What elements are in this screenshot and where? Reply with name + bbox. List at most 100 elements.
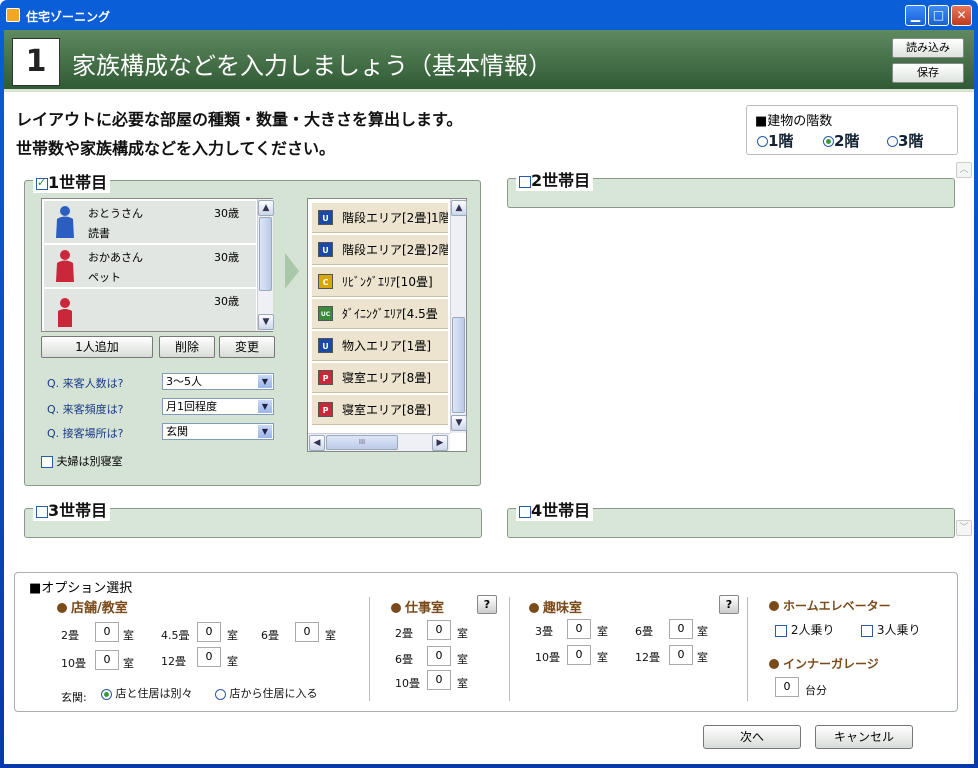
- unit-label: 室: [597, 625, 608, 638]
- cancel-button[interactable]: キャンセル: [815, 725, 913, 749]
- shop-12jo-input[interactable]: 0: [197, 647, 221, 667]
- area-item[interactable]: UC ﾀﾞｲﾆﾝｸﾞｴﾘｱ[4.5畳: [312, 299, 448, 329]
- floor-option-1[interactable]: 1階: [757, 130, 793, 151]
- person-icon: [56, 206, 74, 238]
- area-item[interactable]: U 階段エリア[2畳]1階: [312, 203, 448, 233]
- work-10jo-input[interactable]: 0: [427, 670, 451, 690]
- shop-6jo-input[interactable]: 0: [295, 622, 319, 642]
- next-button[interactable]: 次へ: [703, 725, 801, 749]
- scroll-right-icon[interactable]: ▶: [432, 435, 448, 451]
- close-button[interactable]: ✕: [951, 5, 972, 26]
- elevator-3person-checkbox[interactable]: 3人乗り: [861, 621, 920, 638]
- unit-label: 室: [697, 625, 708, 638]
- shop-2jo-input[interactable]: 0: [95, 622, 119, 642]
- delete-member-button[interactable]: 削除: [159, 336, 215, 358]
- area-list-hscrollbar[interactable]: ◀ III ▶: [308, 433, 450, 451]
- scroll-thumb[interactable]: [259, 217, 272, 291]
- shop-size-label: 4.5畳: [161, 629, 190, 642]
- garage-count-input[interactable]: 0: [775, 677, 799, 697]
- area-item[interactable]: U 物入エリア[1畳]: [312, 331, 448, 361]
- area-item[interactable]: P 寝室エリア[8畳]: [312, 363, 448, 393]
- scroll-left-icon[interactable]: ◀: [309, 435, 325, 451]
- hobby-12jo-input[interactable]: 0: [669, 645, 693, 665]
- area-item[interactable]: C ﾘﾋﾞﾝｸﾞｴﾘｱ[10畳]: [312, 267, 448, 297]
- member-item[interactable]: おとうさん 30歳 読書: [44, 201, 256, 243]
- unit-label: 室: [457, 653, 468, 666]
- checkbox-icon: [519, 505, 531, 518]
- chevron-down-icon: ▼: [258, 425, 272, 438]
- hscroll-thumb[interactable]: III: [326, 435, 398, 450]
- scroll-up-icon[interactable]: ▲: [451, 200, 467, 216]
- minimize-button[interactable]: ▁: [905, 5, 926, 26]
- bullet-icon: [391, 603, 401, 613]
- hobby-3jo-input[interactable]: 0: [567, 619, 591, 639]
- scroll-down-icon[interactable]: ▼: [258, 314, 274, 330]
- hobby-10jo-input[interactable]: 0: [567, 645, 591, 665]
- member-list[interactable]: おとうさん 30歳 読書 おかあさん 30歳 ペット 30歳 ▲ ▼: [41, 198, 274, 332]
- add-member-button[interactable]: 1人追加: [41, 336, 153, 358]
- checkbox-icon: [775, 624, 787, 637]
- scroll-thumb[interactable]: [452, 317, 465, 413]
- entrance-through-shop-radio[interactable]: 店から住居に入る: [215, 685, 318, 701]
- divider: [747, 597, 748, 701]
- elevator-2person-checkbox[interactable]: 2人乗り: [775, 621, 834, 638]
- member-item[interactable]: 30歳: [44, 289, 256, 331]
- hobby-room-help-button[interactable]: ?: [719, 595, 739, 614]
- garage-unit-label: 台分: [805, 684, 827, 697]
- maximize-button[interactable]: □: [928, 5, 949, 26]
- shop-10jo-input[interactable]: 0: [95, 650, 119, 670]
- chevron-down-icon: ▼: [258, 400, 272, 413]
- bullet-icon: [769, 601, 779, 611]
- scroll-down-icon[interactable]: ▼: [451, 415, 467, 431]
- question-guest-count: Q. 来客人数は?: [47, 377, 124, 390]
- area-item[interactable]: U 階段エリア[2畳]2階: [312, 235, 448, 265]
- client-area: 1 家族構成などを入力しましょう（基本情報） 読み込み 保存 レイアウトに必要な…: [4, 30, 974, 764]
- household-1-title[interactable]: 1世帯目: [33, 169, 111, 193]
- checkbox-icon: [36, 505, 48, 518]
- radio-icon: [757, 136, 768, 147]
- app-icon: [6, 8, 20, 22]
- member-item[interactable]: おかあさん 30歳 ペット: [44, 245, 256, 287]
- member-list-scrollbar[interactable]: ▲ ▼: [257, 199, 274, 331]
- question-guest-frequency: Q. 来客頻度は?: [47, 403, 124, 416]
- separate-bedroom-checkbox[interactable]: 夫婦は別寝室: [41, 453, 123, 469]
- scroll-up-icon[interactable]: ▲: [258, 200, 274, 216]
- radio-icon: [887, 136, 898, 147]
- window-title: 住宅ゾーニング: [26, 10, 111, 24]
- floor-option-2[interactable]: 2階: [823, 130, 859, 151]
- household-2-title[interactable]: 2世帯目: [516, 167, 594, 191]
- hobby-6jo-input[interactable]: 0: [669, 619, 693, 639]
- main-scrollbar[interactable]: ︿ ﹀: [956, 162, 972, 538]
- load-button[interactable]: 読み込み: [892, 38, 964, 58]
- area-item[interactable]: P 寝室エリア[8畳]: [312, 395, 448, 425]
- save-button[interactable]: 保存: [892, 63, 964, 83]
- shop-45jo-input[interactable]: 0: [197, 622, 221, 642]
- unit-label: 室: [457, 677, 468, 690]
- area-list-scrollbar[interactable]: ▲ ▼: [450, 199, 467, 433]
- household-4-title[interactable]: 4世帯目: [516, 497, 594, 521]
- change-member-button[interactable]: 変更: [219, 336, 275, 358]
- household-4-group: 4世帯目: [507, 497, 955, 538]
- shop-title: 店舗/教室: [57, 597, 128, 616]
- checkbox-icon: [41, 456, 53, 468]
- entrance-separate-radio[interactable]: 店と住居は別々: [101, 685, 193, 701]
- divider: [509, 597, 510, 701]
- work-6jo-input[interactable]: 0: [427, 646, 451, 666]
- shop-size-label: 10畳: [61, 657, 86, 670]
- area-list[interactable]: U 階段エリア[2畳]1階 U 階段エリア[2畳]2階 C ﾘﾋﾞﾝｸﾞｴﾘｱ[10畳…: [307, 198, 467, 452]
- floor-option-3[interactable]: 3階: [887, 130, 923, 151]
- reception-place-select[interactable]: 玄関 ▼: [162, 423, 274, 440]
- guest-count-select[interactable]: 3～5人 ▼: [162, 373, 274, 390]
- radio-icon: [101, 688, 112, 700]
- unit-label: 室: [227, 629, 238, 642]
- hobby-size-label: 6畳: [635, 625, 653, 638]
- work-room-title: 仕事室: [391, 597, 444, 616]
- title-bar: 住宅ゾーニング ▁ □ ✕: [0, 0, 978, 30]
- shop-size-label: 2畳: [61, 629, 79, 642]
- scroll-up-icon[interactable]: ︿: [956, 162, 972, 178]
- household-3-title[interactable]: 3世帯目: [33, 497, 111, 521]
- work-2jo-input[interactable]: 0: [427, 620, 451, 640]
- scroll-down-icon[interactable]: ﹀: [956, 520, 972, 536]
- work-room-help-button[interactable]: ?: [477, 595, 497, 614]
- guest-frequency-select[interactable]: 月1回程度 ▼: [162, 398, 274, 415]
